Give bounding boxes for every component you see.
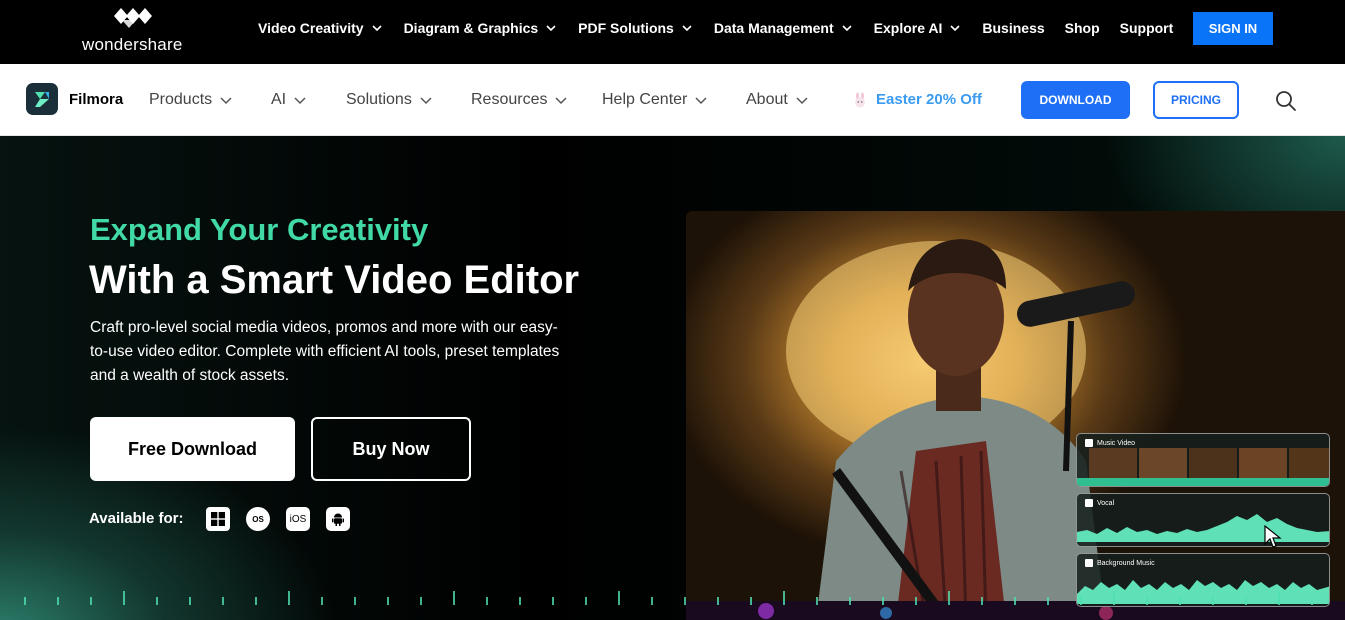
prodnav-label: About bbox=[746, 91, 788, 108]
download-button[interactable]: DOWNLOAD bbox=[1021, 81, 1130, 119]
waveform-tick-decoration bbox=[24, 591, 1313, 605]
topnav-business[interactable]: Business bbox=[982, 20, 1044, 36]
prodnav-about[interactable]: About bbox=[746, 91, 808, 109]
bunny-icon bbox=[855, 92, 865, 107]
easter-promo-link[interactable]: Easter 20% Off bbox=[852, 91, 982, 108]
macos-label: OS bbox=[252, 514, 264, 524]
chevron-down-icon bbox=[555, 97, 568, 105]
sign-in-button[interactable]: SIGN IN bbox=[1193, 12, 1273, 45]
chevron-down-icon bbox=[695, 97, 707, 105]
chevron-down-icon bbox=[546, 25, 556, 32]
topnav-diagram-graphics[interactable]: Diagram & Graphics bbox=[404, 20, 557, 36]
track-music-video: Music Video bbox=[1076, 433, 1330, 487]
filmora-logo-icon[interactable] bbox=[26, 83, 58, 115]
android-glyph bbox=[332, 513, 344, 526]
windows-glyph bbox=[211, 512, 225, 526]
hero-video-preview: Music Video Vocal Background Music bbox=[686, 211, 1345, 620]
hero-kicker: Expand Your Creativity bbox=[90, 212, 429, 247]
prodnav-label: AI bbox=[271, 91, 287, 108]
prodnav-label: Resources bbox=[471, 91, 548, 108]
topnav-pdf-solutions[interactable]: PDF Solutions bbox=[578, 20, 692, 36]
topnav-shop[interactable]: Shop bbox=[1065, 20, 1100, 36]
topnav-label: Business bbox=[982, 20, 1045, 36]
ios-icon[interactable]: iOS bbox=[286, 507, 310, 531]
chevron-down-icon bbox=[294, 97, 306, 105]
topnav-label: Video Creativity bbox=[258, 20, 364, 36]
chevron-down-icon bbox=[420, 97, 432, 105]
topnav-label: Diagram & Graphics bbox=[403, 20, 539, 36]
ios-label: iOS bbox=[289, 513, 307, 525]
corporate-nav: Video Creativity Diagram & Graphics PDF … bbox=[258, 0, 1193, 56]
prodnav-label: Products bbox=[149, 91, 213, 108]
prodnav-solutions[interactable]: Solutions bbox=[346, 91, 432, 109]
topnav-label: Shop bbox=[1064, 20, 1100, 36]
topnav-label: Support bbox=[1119, 20, 1174, 36]
track-vocal: Vocal bbox=[1076, 493, 1330, 547]
promo-label: Easter 20% Off bbox=[876, 91, 982, 108]
video-thumbnails bbox=[1077, 448, 1329, 486]
search-icon[interactable] bbox=[1275, 90, 1297, 112]
topnav-explore-ai[interactable]: Explore AI bbox=[874, 20, 961, 36]
topnav-video-creativity[interactable]: Video Creativity bbox=[258, 20, 382, 36]
macos-icon[interactable]: OS bbox=[246, 507, 270, 531]
vocal-waveform bbox=[1077, 514, 1329, 542]
filmora-mark bbox=[35, 92, 49, 107]
prodnav-ai[interactable]: AI bbox=[271, 91, 306, 109]
chevron-down-icon bbox=[796, 97, 808, 105]
wondershare-logo[interactable]: wondershare bbox=[82, 8, 190, 54]
chevron-down-icon bbox=[950, 25, 960, 32]
hero-headline: With a Smart Video Editor bbox=[89, 258, 580, 302]
android-icon[interactable] bbox=[326, 507, 350, 531]
product-header: Filmora Products AI Solutions Resources … bbox=[0, 64, 1345, 136]
chevron-down-icon bbox=[842, 25, 852, 32]
topnav-label: Data Management bbox=[713, 20, 834, 36]
wondershare-logo-icon bbox=[114, 8, 152, 28]
prodnav-label: Solutions bbox=[346, 91, 412, 108]
topnav-support[interactable]: Support bbox=[1120, 20, 1174, 36]
hero-description: Craft pro-level social media videos, pro… bbox=[90, 319, 560, 384]
hero-section: Expand Your Creativity With a Smart Vide… bbox=[0, 136, 1345, 620]
topnav-data-management[interactable]: Data Management bbox=[714, 20, 852, 36]
topnav-label: Explore AI bbox=[873, 20, 943, 36]
mouse-cursor-icon bbox=[1264, 525, 1282, 548]
timeline-tracks: Music Video Vocal Background Music bbox=[1076, 433, 1330, 609]
wondershare-wordmark: wondershare bbox=[82, 35, 183, 54]
available-for-label: Available for: bbox=[89, 510, 184, 527]
windows-icon[interactable] bbox=[206, 507, 230, 531]
chevron-down-icon bbox=[220, 97, 232, 105]
prodnav-help-center[interactable]: Help Center bbox=[602, 91, 707, 109]
chevron-down-icon bbox=[371, 25, 382, 32]
filmora-name[interactable]: Filmora bbox=[69, 91, 123, 108]
prodnav-products[interactable]: Products bbox=[149, 91, 232, 109]
corporate-header: wondershare Video Creativity Diagram & G… bbox=[0, 0, 1345, 64]
pricing-button[interactable]: PRICING bbox=[1153, 81, 1239, 119]
prodnav-resources[interactable]: Resources bbox=[471, 91, 568, 109]
buy-now-button[interactable]: Buy Now bbox=[311, 417, 471, 481]
prodnav-label: Help Center bbox=[602, 91, 688, 108]
chevron-down-icon bbox=[682, 25, 692, 32]
free-download-button[interactable]: Free Download bbox=[90, 417, 295, 481]
topnav-label: PDF Solutions bbox=[578, 20, 674, 36]
